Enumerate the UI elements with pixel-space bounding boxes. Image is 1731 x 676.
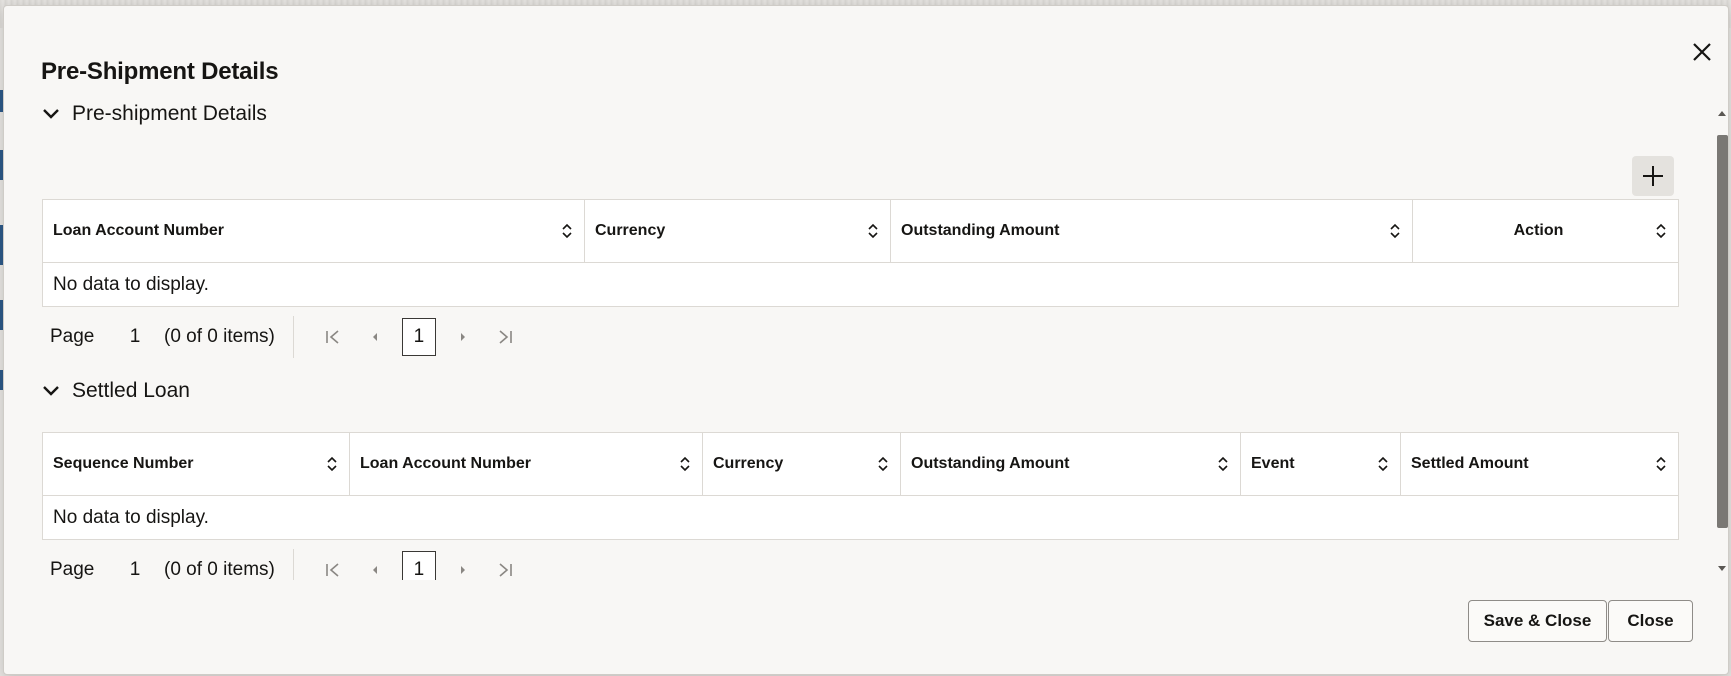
chevron-down-icon — [43, 386, 59, 396]
first-page-icon[interactable] — [325, 329, 341, 345]
empty-message: No data to display. — [42, 262, 1679, 307]
column-header-currency[interactable]: Currency — [702, 432, 901, 496]
dialog-title: Pre-Shipment Details — [41, 58, 279, 85]
sort-icon[interactable] — [866, 222, 880, 240]
current-page-button[interactable]: 1 — [401, 551, 436, 580]
section-toggle-preshipment[interactable]: Pre-shipment Details — [41, 102, 267, 126]
first-page-icon[interactable] — [325, 562, 341, 578]
sort-icon[interactable] — [876, 455, 890, 473]
previous-page-icon[interactable] — [367, 329, 383, 345]
next-page-icon[interactable] — [455, 329, 471, 345]
empty-message: No data to display. — [42, 495, 1679, 540]
section-title-settled-loan: Settled Loan — [72, 379, 190, 402]
column-header-outstanding-amount[interactable]: Outstanding Amount — [900, 432, 1241, 496]
column-header-settled-amount[interactable]: Settled Amount — [1400, 432, 1679, 496]
section-title-preshipment: Pre-shipment Details — [72, 102, 267, 125]
plus-icon — [1643, 166, 1663, 186]
close-icon[interactable] — [1689, 39, 1715, 65]
column-header-outstanding-amount[interactable]: Outstanding Amount — [890, 199, 1413, 263]
scroll-down-icon[interactable] — [1718, 566, 1726, 572]
page-label: Page — [50, 326, 95, 347]
column-header-currency[interactable]: Currency — [584, 199, 891, 263]
settled-loan-table: Sequence Number Loan Account Number Curr… — [42, 432, 1679, 540]
column-header-event[interactable]: Event — [1240, 432, 1401, 496]
sort-icon[interactable] — [1216, 455, 1230, 473]
table-row: No data to display. — [42, 495, 1679, 540]
current-page-button[interactable]: 1 — [401, 318, 436, 356]
sort-icon[interactable] — [1654, 222, 1668, 240]
sort-icon[interactable] — [1376, 455, 1390, 473]
section-toggle-settled-loan[interactable]: Settled Loan — [41, 379, 190, 403]
page-label: Page — [50, 559, 95, 580]
items-count: (0 of 0 items) — [164, 559, 275, 580]
pager-divider — [292, 549, 294, 580]
pager-divider — [292, 316, 294, 358]
scroll-up-icon[interactable] — [1718, 110, 1726, 116]
column-header-sequence-number[interactable]: Sequence Number — [42, 432, 350, 496]
scrollbar-thumb[interactable] — [1717, 135, 1728, 528]
last-page-icon[interactable] — [497, 329, 513, 345]
preshipment-table: Loan Account Number Currency Outstanding… — [42, 199, 1679, 307]
items-count: (0 of 0 items) — [164, 326, 275, 347]
sort-icon[interactable] — [678, 455, 692, 473]
pagination-settled-loan: Page 1 (0 of 0 items) 1 — [50, 549, 526, 580]
page-number-input[interactable]: 1 — [116, 559, 154, 580]
table-row: No data to display. — [42, 262, 1679, 307]
page-number-input[interactable]: 1 — [116, 326, 154, 348]
sort-icon[interactable] — [1388, 222, 1402, 240]
column-header-loan-account-number[interactable]: Loan Account Number — [349, 432, 703, 496]
sort-icon[interactable] — [325, 455, 339, 473]
pagination-preshipment: Page 1 (0 of 0 items) 1 — [50, 316, 526, 358]
vertical-scrollbar[interactable] — [1715, 106, 1729, 576]
column-header-loan-account-number[interactable]: Loan Account Number — [42, 199, 585, 263]
last-page-icon[interactable] — [497, 562, 513, 578]
add-row-button[interactable] — [1632, 156, 1674, 196]
dialog-scroll-area[interactable]: Pre-shipment Details Loan Account Number… — [4, 102, 1730, 580]
save-and-close-button[interactable]: Save & Close — [1468, 600, 1607, 642]
chevron-down-icon — [43, 109, 59, 119]
pre-shipment-dialog: Pre-Shipment Details Pre-shipment Detail… — [3, 5, 1729, 675]
previous-page-icon[interactable] — [367, 562, 383, 578]
sort-icon[interactable] — [1654, 455, 1668, 473]
sort-icon[interactable] — [560, 222, 574, 240]
close-button[interactable]: Close — [1608, 600, 1693, 642]
next-page-icon[interactable] — [455, 562, 471, 578]
column-header-action[interactable]: Action — [1412, 199, 1679, 263]
